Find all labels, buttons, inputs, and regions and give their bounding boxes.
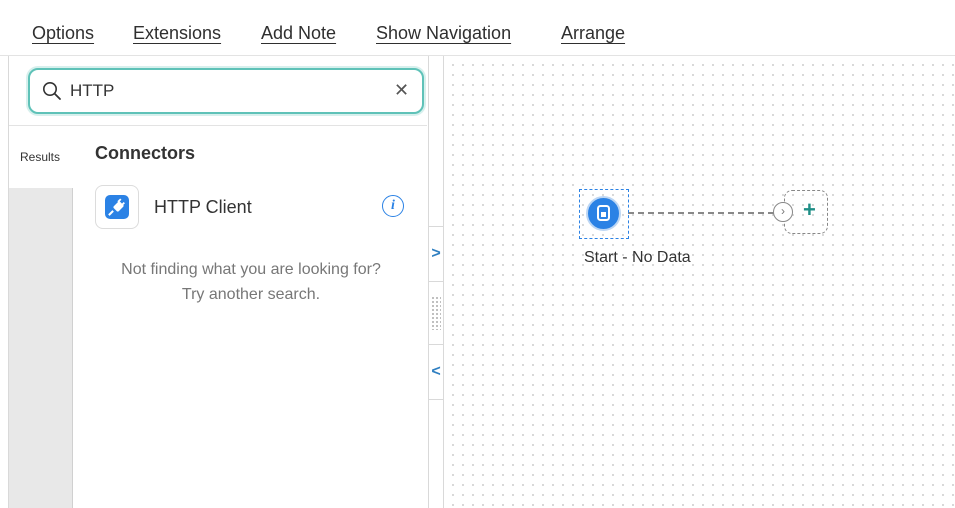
section-heading: Connectors xyxy=(95,143,196,163)
no-results-hint-line1: Not finding what you are looking for? xyxy=(121,261,381,278)
no-results-hint-line2: Try another search. xyxy=(181,286,321,303)
menu-item-options[interactable]: Options xyxy=(32,23,94,44)
flow-connector-line xyxy=(628,212,774,214)
chevron-right-icon: › xyxy=(773,202,793,222)
plus-icon: + xyxy=(803,197,816,222)
menu-bar: Options Extensions Add Note Show Navigat… xyxy=(0,0,955,56)
connector-name: HTTP Client xyxy=(154,197,252,217)
sidebar-tab-column xyxy=(9,188,73,508)
no-results-hint: Not finding what you are looking for? Tr… xyxy=(80,257,422,307)
chevron-left-icon: < xyxy=(431,363,441,380)
start-node[interactable] xyxy=(579,189,629,239)
tab-results[interactable]: Results xyxy=(20,150,60,164)
start-node-circle xyxy=(586,196,621,231)
app-window: Options Extensions Add Note Show Navigat… xyxy=(0,0,955,508)
menu-item-add-note[interactable]: Add Note xyxy=(261,23,336,44)
plug-icon xyxy=(105,195,129,219)
flow-canvas[interactable]: Start - No Data + › xyxy=(445,57,955,508)
info-icon[interactable]: i xyxy=(382,195,404,217)
connector-icon-box xyxy=(95,185,139,229)
menu-item-extensions[interactable]: Extensions xyxy=(133,23,221,44)
close-icon[interactable]: ✕ xyxy=(394,80,409,101)
connector-result-item[interactable]: HTTP Client i xyxy=(95,185,415,231)
menu-item-arrange[interactable]: Arrange xyxy=(561,23,625,44)
drag-handle[interactable] xyxy=(431,296,441,330)
collapse-panel-button[interactable]: < xyxy=(429,344,443,400)
menu-item-show-navigation[interactable]: Show Navigation xyxy=(376,23,511,44)
chevron-right-icon: > xyxy=(431,245,441,262)
search-box[interactable]: ✕ xyxy=(28,68,424,114)
start-node-label: Start - No Data xyxy=(584,249,691,266)
search-icon xyxy=(43,82,61,100)
document-icon xyxy=(597,205,610,221)
divider xyxy=(9,125,427,126)
panel-splitter[interactable]: > < xyxy=(428,56,444,508)
expand-panel-button[interactable]: > xyxy=(429,226,443,282)
search-input[interactable] xyxy=(70,80,370,102)
